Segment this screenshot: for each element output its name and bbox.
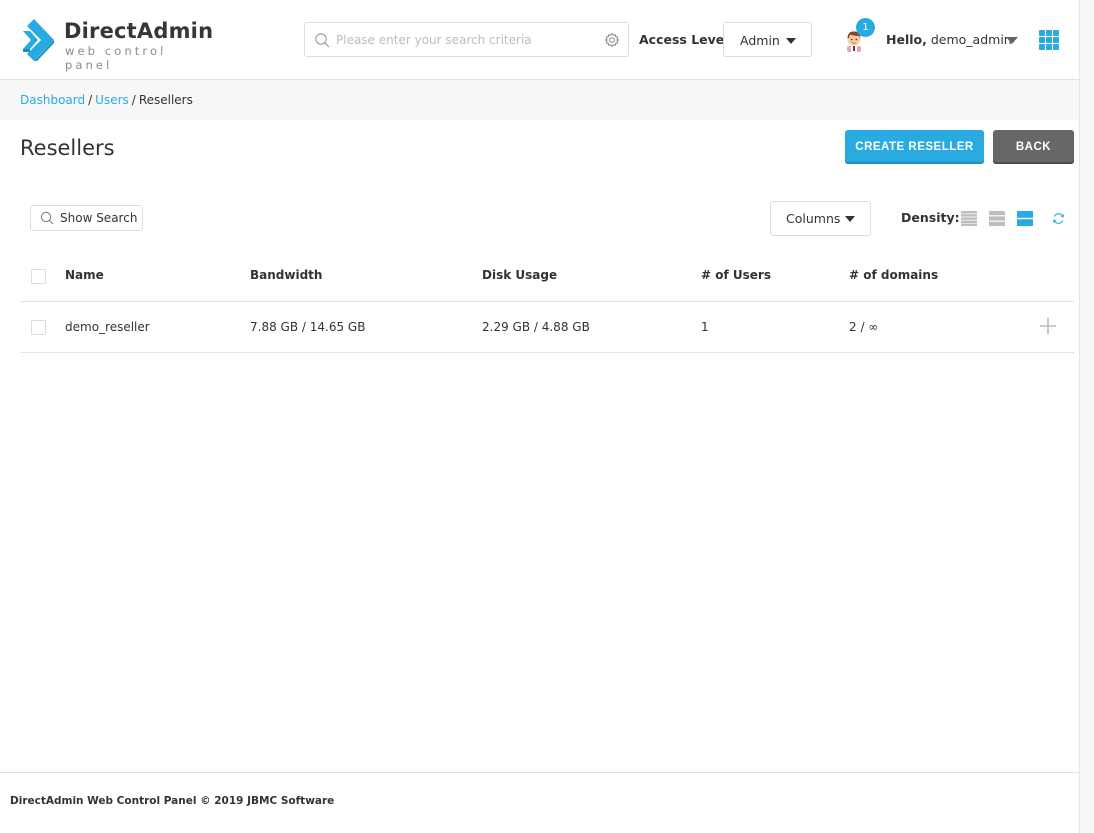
show-search-label: Show Search [60, 211, 138, 225]
row-checkbox[interactable] [31, 320, 46, 335]
cell-name[interactable]: demo_reseller [65, 320, 150, 334]
caret-down-icon [845, 216, 855, 222]
breadcrumb-current: Resellers [138, 93, 193, 107]
search-icon [315, 33, 330, 48]
density-comfortable-icon[interactable] [1017, 211, 1033, 226]
caret-down-icon [786, 38, 796, 44]
breadcrumb: Dashboard / Users / Resellers [20, 93, 193, 107]
cell-disk-usage: 2.29 GB / 4.88 GB [482, 320, 590, 334]
user-menu-caret-icon[interactable] [1006, 37, 1018, 44]
access-level-value: Admin [740, 33, 780, 48]
global-search[interactable] [304, 22, 629, 57]
greeting: Hello, [886, 32, 927, 47]
table-row: demo_reseller 7.88 GB / 14.65 GB 2.29 GB… [20, 302, 1074, 353]
directadmin-logo-icon [23, 19, 54, 61]
columns-dropdown[interactable]: Columns [770, 201, 871, 236]
back-button[interactable]: BACK [993, 130, 1074, 164]
search-icon [40, 211, 54, 225]
notification-badge[interactable]: 1 [856, 18, 875, 37]
cell-users: 1 [701, 320, 709, 334]
cell-domains: 2 / ∞ [849, 320, 879, 334]
column-header-bandwidth[interactable]: Bandwidth [250, 268, 322, 282]
breadcrumb-dashboard[interactable]: Dashboard [20, 93, 85, 107]
logo[interactable]: DirectAdmin web control panel [20, 19, 214, 72]
column-header-domains[interactable]: # of domains [849, 268, 938, 282]
table-header-row: Name Bandwidth Disk Usage # of Users # o… [20, 250, 1074, 302]
resellers-table: Name Bandwidth Disk Usage # of Users # o… [20, 250, 1074, 353]
column-header-disk-usage[interactable]: Disk Usage [482, 268, 557, 282]
density-label: Density: [901, 210, 960, 225]
breadcrumb-users[interactable]: Users [95, 93, 129, 107]
columns-label: Columns [786, 211, 841, 226]
page: DirectAdmin web control panel Access Lev… [0, 0, 1079, 833]
column-header-name[interactable]: Name [65, 268, 104, 282]
breadcrumb-bar: Dashboard / Users / Resellers [0, 80, 1079, 120]
breadcrumb-separator: / [88, 93, 93, 107]
gear-icon[interactable] [604, 32, 620, 48]
density-normal-icon[interactable] [989, 211, 1005, 226]
show-search-button[interactable]: Show Search [30, 205, 143, 231]
logo-title: DirectAdmin [64, 19, 214, 43]
cell-bandwidth: 7.88 GB / 14.65 GB [250, 320, 366, 334]
page-scrollbar[interactable] [1079, 0, 1094, 833]
page-title: Resellers [20, 136, 115, 160]
breadcrumb-separator: / [131, 93, 136, 107]
top-header: DirectAdmin web control panel Access Lev… [0, 0, 1079, 80]
expand-row-plus-icon[interactable] [1040, 318, 1056, 334]
density-compact-icon[interactable] [961, 211, 977, 226]
create-reseller-button[interactable]: CREATE RESELLER [845, 130, 984, 164]
access-level-label: Access Level [639, 32, 729, 47]
apps-grid-icon[interactable] [1039, 30, 1059, 50]
refresh-icon[interactable] [1052, 212, 1065, 225]
username: demo_admin [930, 32, 1012, 47]
access-level-select[interactable]: Admin [723, 22, 812, 57]
footer: DirectAdmin Web Control Panel © 2019 JBM… [0, 772, 1079, 833]
search-input[interactable] [336, 29, 596, 51]
column-header-users[interactable]: # of Users [701, 268, 771, 282]
select-all-checkbox[interactable] [31, 269, 46, 284]
logo-subtitle: web control panel [65, 44, 167, 72]
user-menu[interactable]: Hello, demo_admin [886, 32, 1012, 47]
footer-copyright: DirectAdmin Web Control Panel © 2019 JBM… [10, 795, 335, 807]
